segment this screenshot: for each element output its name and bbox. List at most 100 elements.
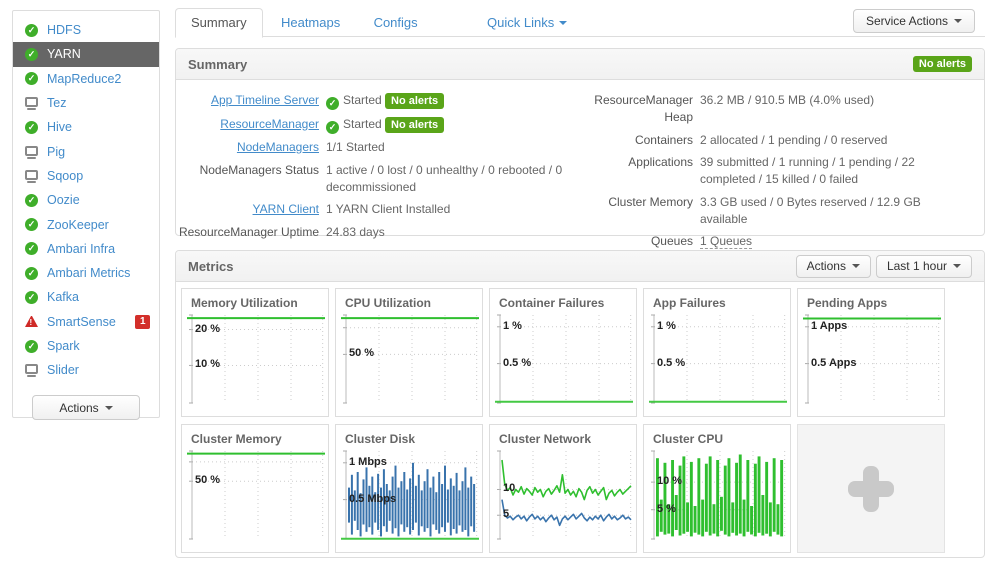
metric-tile-title: Container Failures bbox=[490, 289, 636, 313]
client-installed-icon bbox=[25, 97, 38, 107]
summary-label-link[interactable]: NodeManagers bbox=[237, 140, 319, 154]
sidebar-item-label: YARN bbox=[47, 47, 81, 61]
chart-axis-label: 20 % bbox=[195, 323, 220, 335]
summary-row-nodemanagers-status: NodeManagers Status1 active / 0 lost / 0… bbox=[178, 162, 574, 196]
sidebar-item-label: Hive bbox=[47, 120, 72, 134]
sidebar-actions-button[interactable]: Actions bbox=[32, 395, 139, 420]
sidebar-item-pig[interactable]: Pig bbox=[13, 139, 159, 163]
metric-tile-pending-apps[interactable]: Pending Apps1 Apps0.5 Apps bbox=[797, 288, 945, 417]
chart-axis-label: 1 Mbps bbox=[349, 456, 387, 468]
chevron-down-icon bbox=[953, 264, 961, 268]
tab-heatmaps[interactable]: Heatmaps bbox=[266, 9, 355, 37]
sidebar-item-mapreduce2[interactable]: ✓MapReduce2 bbox=[13, 67, 159, 91]
sidebar-item-label: Tez bbox=[47, 96, 66, 110]
metrics-actions-button[interactable]: Actions bbox=[796, 255, 871, 278]
health-ok-icon: ✓ bbox=[25, 48, 38, 61]
health-ok-icon: ✓ bbox=[25, 267, 38, 280]
metric-tile-chart: 1 Mbps0.5 Mbps bbox=[341, 449, 477, 541]
no-alerts-badge[interactable]: No alerts bbox=[913, 56, 972, 72]
sidebar-item-slider[interactable]: Slider bbox=[13, 358, 159, 382]
summary-left-column: App Timeline Server✓Started No alertsRes… bbox=[178, 92, 574, 256]
health-ok-icon: ✓ bbox=[326, 97, 339, 110]
metrics-actions-label: Actions bbox=[807, 259, 846, 273]
summary-label-link[interactable]: App Timeline Server bbox=[211, 93, 319, 107]
chart-axis-label: 10 % bbox=[657, 475, 682, 487]
metric-tile-cpu-utilization[interactable]: CPU Utilization50 % bbox=[335, 288, 483, 417]
metric-tile-chart: 50 % bbox=[187, 449, 323, 541]
metric-tile-cluster-memory[interactable]: Cluster Memory50 % bbox=[181, 424, 329, 553]
chart-axis-label: 10 bbox=[503, 482, 515, 494]
sidebar-item-label: MapReduce2 bbox=[47, 72, 121, 86]
summary-row-yarn-client: YARN Client 1 YARN Client Installed bbox=[178, 201, 574, 218]
sidebar-service-list: ✓HDFS✓YARN✓MapReduce2Tez✓HivePigSqoop✓Oo… bbox=[13, 18, 159, 382]
summary-panel-title: Summary bbox=[188, 57, 247, 72]
sidebar-item-spark[interactable]: ✓Spark bbox=[13, 334, 159, 358]
summary-body: App Timeline Server✓Started No alertsRes… bbox=[176, 80, 984, 256]
sidebar-item-kafka[interactable]: ✓Kafka bbox=[13, 285, 159, 309]
summary-row-value: 1 active / 0 lost / 0 unhealthy / 0 rebo… bbox=[326, 162, 574, 196]
sidebar-item-ambari-metrics[interactable]: ✓Ambari Metrics bbox=[13, 261, 159, 285]
sidebar-item-zookeeper[interactable]: ✓ZooKeeper bbox=[13, 212, 159, 236]
health-ok-icon: ✓ bbox=[25, 291, 38, 304]
summary-row-queues: Queues1 Queues bbox=[574, 233, 970, 250]
no-alerts-badge[interactable]: No alerts bbox=[385, 117, 444, 133]
no-alerts-badge[interactable]: No alerts bbox=[385, 93, 444, 109]
sidebar-item-hive[interactable]: ✓Hive bbox=[13, 115, 159, 139]
tab-configs[interactable]: Configs bbox=[359, 9, 433, 37]
summary-row-value: 1 YARN Client Installed bbox=[326, 201, 574, 218]
metric-tile-cluster-network[interactable]: Cluster Network105 bbox=[489, 424, 637, 553]
sidebar-item-sqoop[interactable]: Sqoop bbox=[13, 164, 159, 188]
alert-count-badge[interactable]: 1 bbox=[135, 315, 150, 329]
metric-tile-container-failures[interactable]: Container Failures1 %0.5 % bbox=[489, 288, 637, 417]
metric-tile-chart: 105 bbox=[495, 449, 631, 541]
client-installed-icon bbox=[25, 364, 38, 374]
metric-tile-memory-utilization[interactable]: Memory Utilization 20 % 10 % bbox=[181, 288, 329, 417]
chart-axis-label: 10 % bbox=[195, 358, 220, 370]
alert-triangle-icon: ! bbox=[25, 316, 38, 327]
summary-row-label: App Timeline Server bbox=[178, 92, 326, 110]
service-actions-button[interactable]: Service Actions bbox=[853, 9, 975, 33]
sidebar-item-smartsense[interactable]: !SmartSense1 bbox=[13, 310, 159, 334]
summary-label-link[interactable]: ResourceManager bbox=[220, 117, 319, 131]
chart-axis-label: 0.5 % bbox=[657, 357, 685, 369]
metrics-panel-header: Metrics Actions Last 1 hour bbox=[176, 251, 984, 282]
sidebar-item-oozie[interactable]: ✓Oozie bbox=[13, 188, 159, 212]
services-sidebar: ✓HDFS✓YARN✓MapReduce2Tez✓HivePigSqoop✓Oo… bbox=[12, 10, 160, 418]
metric-tile-chart: 10 %5 % bbox=[649, 449, 785, 541]
chart-axis-label: 50 % bbox=[349, 347, 374, 359]
quick-links-dropdown[interactable]: Quick Links bbox=[487, 15, 567, 30]
metric-tile-chart: 1 %0.5 % bbox=[495, 313, 631, 405]
metric-tile-cluster-cpu[interactable]: Cluster CPU10 %5 % bbox=[643, 424, 791, 553]
summary-row-label: ResourceManager bbox=[178, 116, 326, 134]
metric-tile-title: Cluster Network bbox=[490, 425, 636, 449]
tab-summary[interactable]: Summary bbox=[175, 8, 263, 38]
summary-label-link[interactable]: YARN Client bbox=[253, 202, 319, 216]
add-widget-tile[interactable] bbox=[797, 424, 945, 553]
summary-row-label: NodeManagers Status bbox=[178, 162, 326, 196]
sidebar-item-hdfs[interactable]: ✓HDFS bbox=[13, 18, 159, 42]
summary-row-applications: Applications39 submitted / 1 running / 1… bbox=[574, 154, 970, 188]
summary-row-cluster-memory: Cluster Memory3.3 GB used / 0 Bytes rese… bbox=[574, 194, 970, 228]
summary-row-label: YARN Client bbox=[178, 201, 326, 218]
summary-row-value: 2 allocated / 1 pending / 0 reserved bbox=[700, 132, 970, 149]
sidebar-item-yarn[interactable]: ✓ YARN bbox=[13, 42, 159, 66]
service-actions-label: Service Actions bbox=[866, 14, 948, 28]
summary-row-label: Containers bbox=[574, 132, 700, 149]
chart-axis-label: 0.5 Apps bbox=[811, 357, 856, 369]
metric-tile-title: Memory Utilization bbox=[182, 289, 328, 313]
summary-row-label: ResourceManager Heap bbox=[574, 92, 700, 126]
summary-panel: Summary No alerts App Timeline Server✓St… bbox=[175, 48, 985, 236]
summary-row-resourcemanager-heap: ResourceManager Heap36.2 MB / 910.5 MB (… bbox=[574, 92, 970, 126]
summary-row-nodemanagers: NodeManagers1/1 Started bbox=[178, 139, 574, 156]
health-ok-icon: ✓ bbox=[25, 340, 38, 353]
sidebar-item-tez[interactable]: Tez bbox=[13, 91, 159, 115]
sidebar-item-ambari-infra[interactable]: ✓Ambari Infra bbox=[13, 237, 159, 261]
queues-link[interactable]: 1 Queues bbox=[700, 234, 752, 249]
chart-axis-label: 50 % bbox=[195, 474, 220, 486]
metric-tile-app-failures[interactable]: App Failures1 %0.5 % bbox=[643, 288, 791, 417]
summary-row-app-timeline-server: App Timeline Server✓Started No alerts bbox=[178, 92, 574, 110]
summary-row-label: Applications bbox=[574, 154, 700, 188]
time-range-button[interactable]: Last 1 hour bbox=[876, 255, 972, 278]
metric-tile-cluster-disk[interactable]: Cluster Disk1 Mbps0.5 Mbps bbox=[335, 424, 483, 553]
health-ok-icon: ✓ bbox=[25, 24, 38, 37]
